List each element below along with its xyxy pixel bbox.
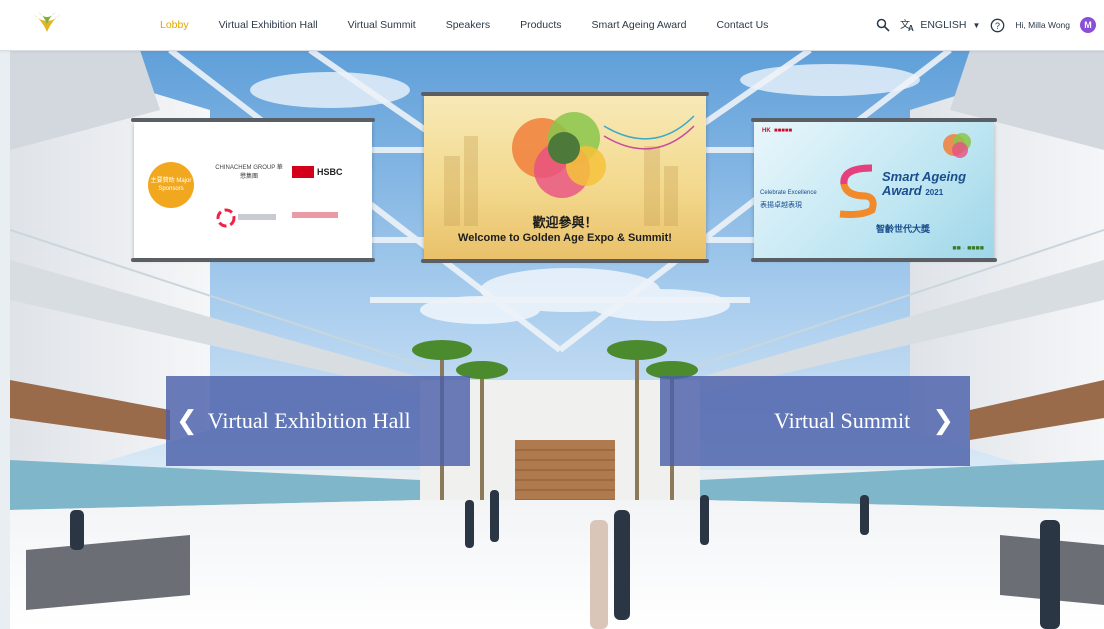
svg-text:?: ? <box>995 21 1000 31</box>
search-button[interactable] <box>876 18 890 32</box>
language-label: ENGLISH <box>920 19 967 31</box>
help-icon: ? <box>991 18 1005 32</box>
nav-lobby[interactable]: Lobby <box>160 19 189 31</box>
virtual-lobby-scene: 主要贊助 Major Sponsors CHINACHEM GROUP 華懋集團… <box>10 50 1104 629</box>
award-title-chinese: 智齡世代大獎 <box>876 225 931 235</box>
sponsor-ring-logo <box>216 208 236 228</box>
award-organiser-tag: ■■ · ■■■■ <box>952 245 984 252</box>
nav-products[interactable]: Products <box>520 19 561 31</box>
nav-contact-us[interactable]: Contact Us <box>716 19 768 31</box>
search-icon <box>877 18 890 32</box>
main-nav: Lobby Virtual Exhibition Hall Virtual Su… <box>160 0 798 50</box>
welcome-banner[interactable]: 歡迎參與！ Welcome to Golden Age Expo & Summi… <box>421 92 709 263</box>
banner-rail <box>751 258 997 262</box>
award-organiser-logos: HK ■■■■■ <box>762 128 793 134</box>
panel-label-exhibition-hall: Virtual Exhibition Hall <box>207 408 411 433</box>
banner-rail <box>131 118 375 122</box>
sponsor-logo-text <box>292 212 338 218</box>
banner-rail <box>751 118 997 122</box>
go-virtual-exhibition-hall-button[interactable]: ❮ Virtual Exhibition Hall <box>166 376 470 466</box>
svg-text:A: A <box>908 24 914 32</box>
user-avatar[interactable]: M <box>1080 17 1096 33</box>
welcome-title-english: Welcome to Golden Age Expo & Summit! <box>458 232 672 244</box>
award-balloon-logo <box>943 133 971 158</box>
panel-label-virtual-summit: Virtual Summit <box>774 408 911 433</box>
nav-smart-ageing-award[interactable]: Smart Ageing Award <box>592 19 687 31</box>
nav-speakers[interactable]: Speakers <box>446 19 490 31</box>
chinachem-logo: CHINACHEM GROUP 華懋集團 <box>215 165 283 180</box>
chevron-left-icon: ❮ <box>176 406 198 436</box>
award-s-swoosh-icon <box>839 164 877 218</box>
sponsor-logo-text <box>238 214 276 220</box>
banner-rail <box>131 258 375 262</box>
user-greeting[interactable]: Hi, Milla Wong <box>1015 20 1070 30</box>
award-tagline-english: Celebrate Excellence <box>760 190 817 196</box>
language-selector[interactable]: 文 A ENGLISH ▼ <box>900 18 980 32</box>
help-button[interactable]: ? <box>990 18 1005 33</box>
sponsors-banner[interactable]: 主要贊助 Major Sponsors CHINACHEM GROUP 華懋集團… <box>131 118 375 262</box>
award-title: Smart Ageing Award 2021 <box>882 169 967 198</box>
caret-down-icon: ▼ <box>972 20 981 30</box>
nav-virtual-exhibition-hall[interactable]: Virtual Exhibition Hall <box>219 19 318 31</box>
hsbc-logo: HSBC <box>292 166 343 178</box>
major-sponsors-badge: 主要贊助 Major Sponsors <box>148 162 194 208</box>
banner-rail <box>421 259 709 263</box>
header-tools: 文 A ENGLISH ▼ ? Hi, Milla Wong M <box>876 0 1096 50</box>
translate-icon: 文 A <box>900 18 914 32</box>
top-navigation-bar: Lobby Virtual Exhibition Hall Virtual Su… <box>0 0 1104 51</box>
welcome-title-chinese: 歡迎參與！ <box>532 216 598 231</box>
go-virtual-summit-button[interactable]: Virtual Summit ❯ <box>660 376 970 466</box>
chevron-right-icon: ❯ <box>932 406 954 436</box>
award-tagline-chinese: 表揚卓越表現 <box>760 201 802 209</box>
nav-virtual-summit[interactable]: Virtual Summit <box>348 19 416 31</box>
smart-ageing-award-banner[interactable]: HK ■■■■■ Celebrate Excellence 表揚卓越表現 Sma… <box>751 118 997 262</box>
golden-age-logo[interactable] <box>30 8 64 42</box>
